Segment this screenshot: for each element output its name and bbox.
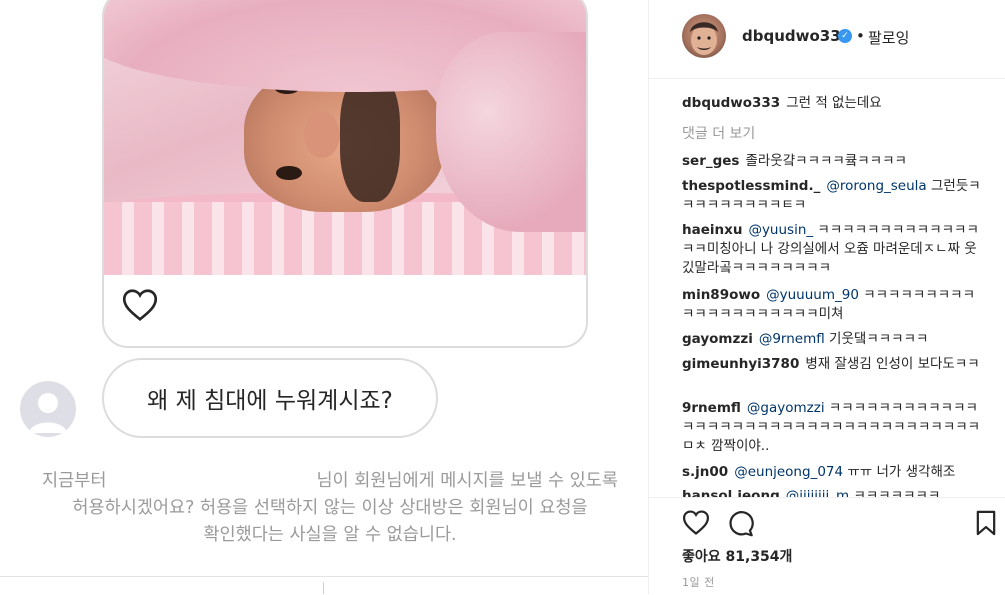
request-line3: 확인했다는 사실을 알 수 없습니다. xyxy=(203,525,457,545)
separator-dot: • xyxy=(856,27,865,45)
post-header: dbqudwo333 ✓ • 팔로잉 xyxy=(649,0,1005,79)
post-sidebar: dbqudwo333 ✓ • 팔로잉 dbqudwo333 그런 적 없는데요 댓… xyxy=(648,0,1005,594)
divider xyxy=(0,576,648,577)
action-bar: 좋아요 81,354개 1일 전 xyxy=(649,497,1005,595)
comment-item: min89owo @yuuuum_90 ㅋㅋㅋㅋㅋㅋㅋㅋㅋㅋㅋㅋㅋㅋㅋㅋㅋㅋㅋㅋ미… xyxy=(682,287,975,322)
avatar[interactable] xyxy=(682,14,726,58)
request-line1b: 님이 회원님에게 메시지를 보낼 수 있도록 xyxy=(316,471,618,491)
header-username[interactable]: dbqudwo333 xyxy=(742,27,851,45)
view-more-comments[interactable]: 댓글 더 보기 xyxy=(682,123,755,143)
likes-count[interactable]: 좋아요 81,354개 xyxy=(682,546,792,566)
shared-photo xyxy=(104,0,586,275)
message-request-text: 지금부터 님이 회원님에게 메시지를 보낼 수 있도록 허용하시겠어요? 허용을 … xyxy=(20,468,640,549)
comment-icon[interactable] xyxy=(726,509,754,537)
comment-item: haeinxu @yuusin_ ㅋㅋㅋㅋㅋㅋㅋㅋㅋㅋㅋㅋㅋㅋㅋ미칭아니 나 강의… xyxy=(682,222,979,276)
caption-user[interactable]: dbqudwo333 xyxy=(682,95,780,111)
comment-item: ser_ges 졸라웃걐ㅋㅋㅋㅋ큨ㅋㅋㅋㅋ xyxy=(682,153,907,169)
comments-list[interactable]: dbqudwo333 그런 적 없는데요 댓글 더 보기 ser_ges 졸라웃걐ㅋ… xyxy=(649,79,1005,497)
request-line2: 허용하시겠어요? 허용을 선택하지 않는 이상 상대방은 회원님이 요청을 xyxy=(72,498,588,518)
dm-heart-icon xyxy=(122,289,158,321)
dm-message-text: 왜 제 침대에 누워계시죠? xyxy=(147,388,393,414)
heart-icon[interactable] xyxy=(682,509,710,537)
comment-item: gimeunhyi3780 병재 잘생김 인성이 보다도ㅋㅋ xyxy=(682,356,980,372)
caption: dbqudwo333 그런 적 없는데요 xyxy=(682,94,982,113)
comment-item: thespotlessmind._ @rorong_seula 그런듯ㅋㅋㅋㅋㅋㅋ… xyxy=(682,178,981,213)
divider-tick xyxy=(323,582,324,594)
comment-item: 9rnemfl @gayomzzi ㅋㅋㅋㅋㅋㅋㅋㅋㅋㅋㅋㅋㅋㅋㅋㅋㅋㅋㅋㅋㅋㅋㅋ… xyxy=(682,400,981,454)
request-line1a: 지금부터 xyxy=(42,471,107,491)
sender-avatar xyxy=(20,381,76,437)
verified-icon: ✓ xyxy=(838,29,852,43)
comment-item: gayomzzi @9rnemfl 기웃댘ㅋㅋㅋㅋㅋ xyxy=(682,331,929,347)
following-button[interactable]: 팔로잉 xyxy=(868,27,909,48)
dm-message-bubble: 왜 제 침대에 누워계시죠? xyxy=(102,358,438,438)
dm-photo-card xyxy=(102,0,588,348)
post-image[interactable]: 왜 제 침대에 누워계시죠? 지금부터 님이 회원님에게 메시지를 보낼 수 있도… xyxy=(0,0,648,594)
bookmark-icon[interactable] xyxy=(972,509,1000,537)
comment-item: hansol.jeong @jjjjjjjj_m ㅋㅋㅋㅋㅋㅋㅋ xyxy=(682,488,941,497)
post-time[interactable]: 1일 전 xyxy=(682,574,715,590)
caption-text: 그런 적 없는데요 xyxy=(786,95,882,111)
comment-item: s.jn00 @eunjeong_074 ㅠㅠ 너가 생각해조 xyxy=(682,464,956,480)
